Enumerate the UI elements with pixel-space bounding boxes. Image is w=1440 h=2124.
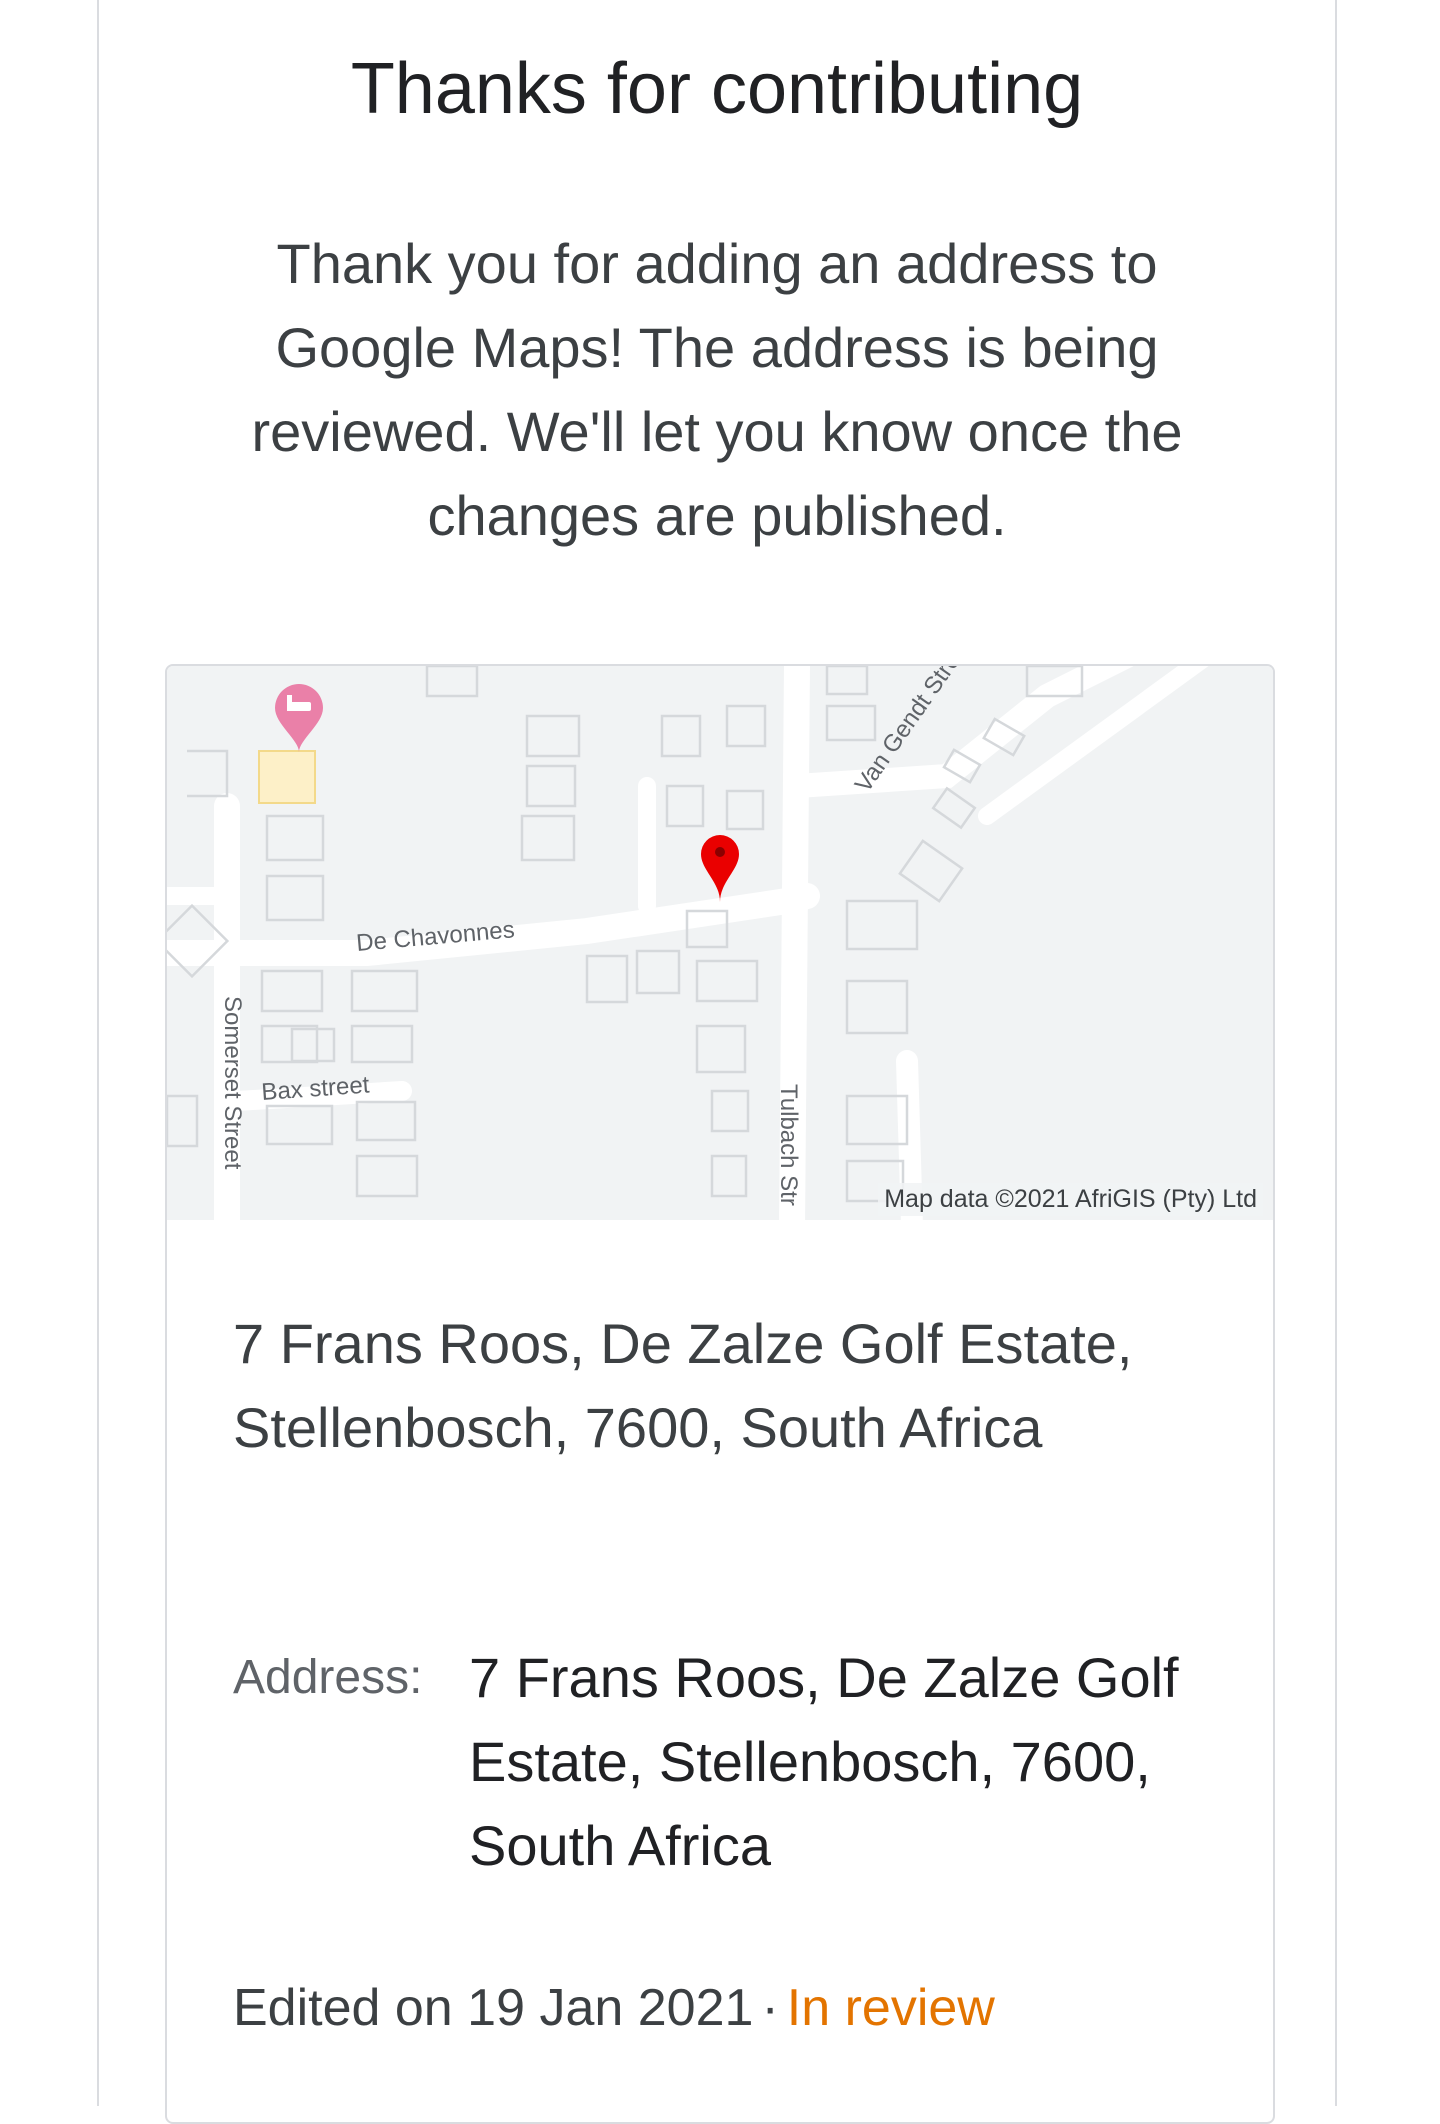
building (665, 784, 705, 828)
address-value: 7 Frans Roos, De Zalze Golf Estate, Stel… (469, 1646, 1179, 1877)
contribution-card: Thanks for contributing Thank you for ad… (97, 0, 1337, 2124)
building (825, 704, 877, 742)
building (265, 1104, 334, 1146)
confirmation-message: Thank you for adding an address to Googl… (251, 232, 1183, 547)
review-status-badge: In review (786, 1979, 995, 2037)
place-address: 7 Frans Roos, De Zalze Golf Estate, Stel… (233, 1312, 1133, 1459)
building (710, 1089, 750, 1133)
building (187, 749, 229, 798)
building (710, 1154, 748, 1198)
building (350, 1024, 414, 1064)
location-pin-icon (701, 835, 739, 902)
edited-date: Edited on 19 Jan 2021 (233, 1979, 754, 2037)
building (695, 1024, 747, 1074)
building (585, 954, 629, 1004)
road-van-gendt (785, 666, 1134, 798)
building (660, 714, 702, 758)
building (525, 764, 577, 808)
building (898, 839, 964, 903)
building (260, 1024, 319, 1064)
status-separator: · (761, 1979, 779, 2037)
building (825, 666, 869, 696)
map-attribution: Map data ©2021 AfriGIS (Pty) Ltd (878, 1183, 1263, 1216)
building (725, 704, 767, 748)
address-label: Address: (233, 1651, 423, 1704)
building (931, 786, 977, 830)
building (725, 789, 765, 831)
hotel-pin-icon (275, 684, 323, 752)
building (260, 969, 324, 1013)
building (425, 666, 479, 698)
building (265, 874, 325, 922)
map-preview[interactable]: De Chavonnes Bax street Somerset Street … (167, 666, 1273, 1220)
building (845, 979, 909, 1035)
building (265, 814, 325, 862)
building (290, 1027, 336, 1063)
building (355, 1100, 417, 1142)
building (635, 949, 681, 995)
building (355, 1154, 419, 1198)
map-canvas: De Chavonnes Bax street Somerset Street … (167, 666, 1209, 1220)
place-card[interactable]: De Chavonnes Bax street Somerset Street … (165, 664, 1275, 2124)
building (350, 969, 419, 1013)
building (167, 1094, 199, 1148)
edit-status: Edited on 19 Jan 2021 · In review (233, 1966, 995, 2050)
building (525, 714, 581, 758)
building (695, 959, 759, 1003)
street-label-somerset: Somerset Street (219, 996, 246, 1170)
building (520, 814, 576, 862)
building (845, 899, 919, 951)
page-title: Thanks for contributing (350, 49, 1084, 129)
street-label-tulbach: Tulbach Str (775, 1084, 802, 1206)
hotel-building (258, 750, 316, 804)
